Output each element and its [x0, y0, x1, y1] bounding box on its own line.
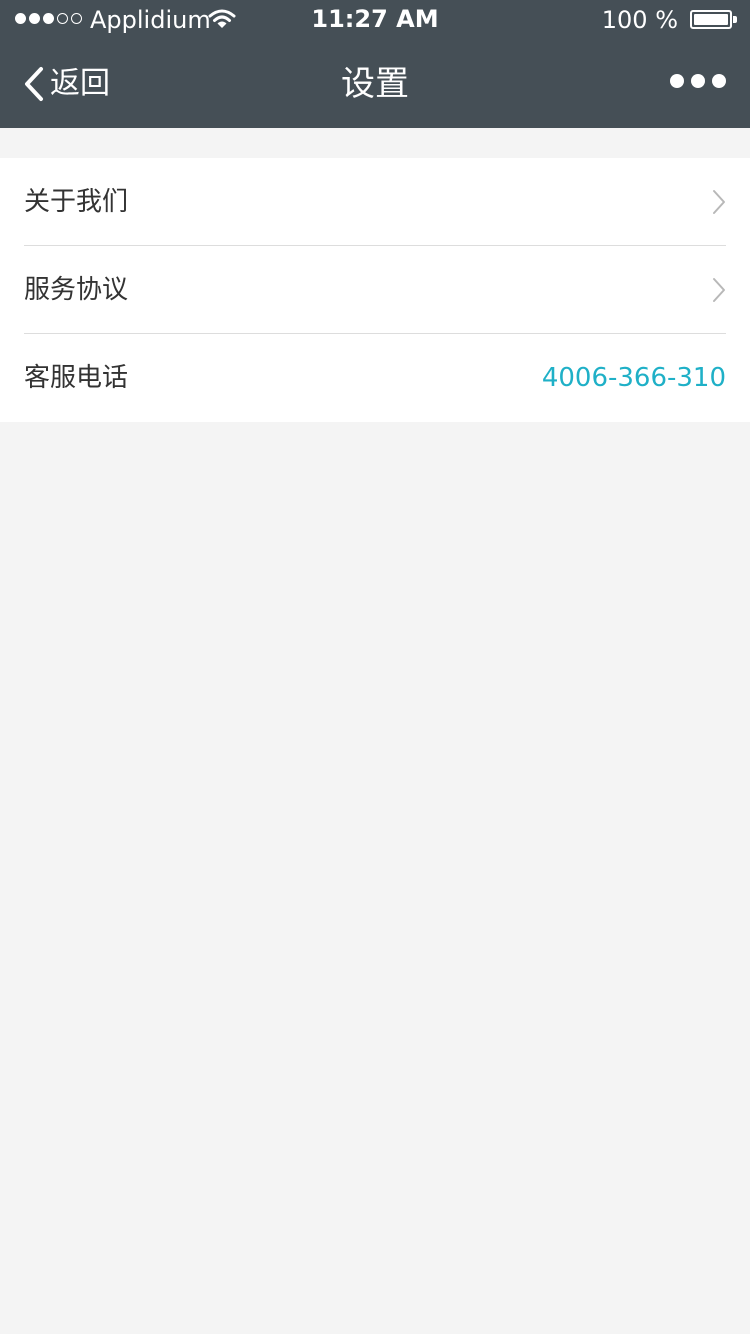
settings-item-about-us[interactable]: 关于我们 [24, 158, 726, 246]
battery-fill [694, 14, 728, 25]
more-dot [712, 74, 726, 88]
top-bar: Applidium 11:27 AM 100 % 返回 设置 [0, 0, 750, 128]
battery-cap [733, 16, 737, 23]
battery-percentage: 100 % [601, 6, 678, 34]
chevron-right-icon [713, 190, 725, 214]
settings-list: 关于我们 服务协议 客服电话 4006-366-310 [0, 158, 750, 422]
more-dot [691, 74, 705, 88]
settings-item-label: 关于我们 [24, 187, 129, 217]
chevron-right-icon [713, 278, 725, 302]
settings-item-label: 客服电话 [24, 363, 129, 393]
page-title: 设置 [341, 64, 409, 104]
settings-item-customer-service-phone[interactable]: 客服电话 4006-366-310 [24, 334, 726, 422]
phone-number-link[interactable]: 4006-366-310 [542, 360, 726, 396]
battery-icon [690, 10, 732, 29]
settings-item-service-agreement[interactable]: 服务协议 [24, 246, 726, 334]
more-icon[interactable] [670, 74, 726, 88]
status-bar: Applidium 11:27 AM 100 % [0, 0, 750, 40]
more-dot [670, 74, 684, 88]
settings-item-label: 服务协议 [24, 275, 129, 305]
navigation-bar: 返回 设置 [0, 40, 750, 128]
